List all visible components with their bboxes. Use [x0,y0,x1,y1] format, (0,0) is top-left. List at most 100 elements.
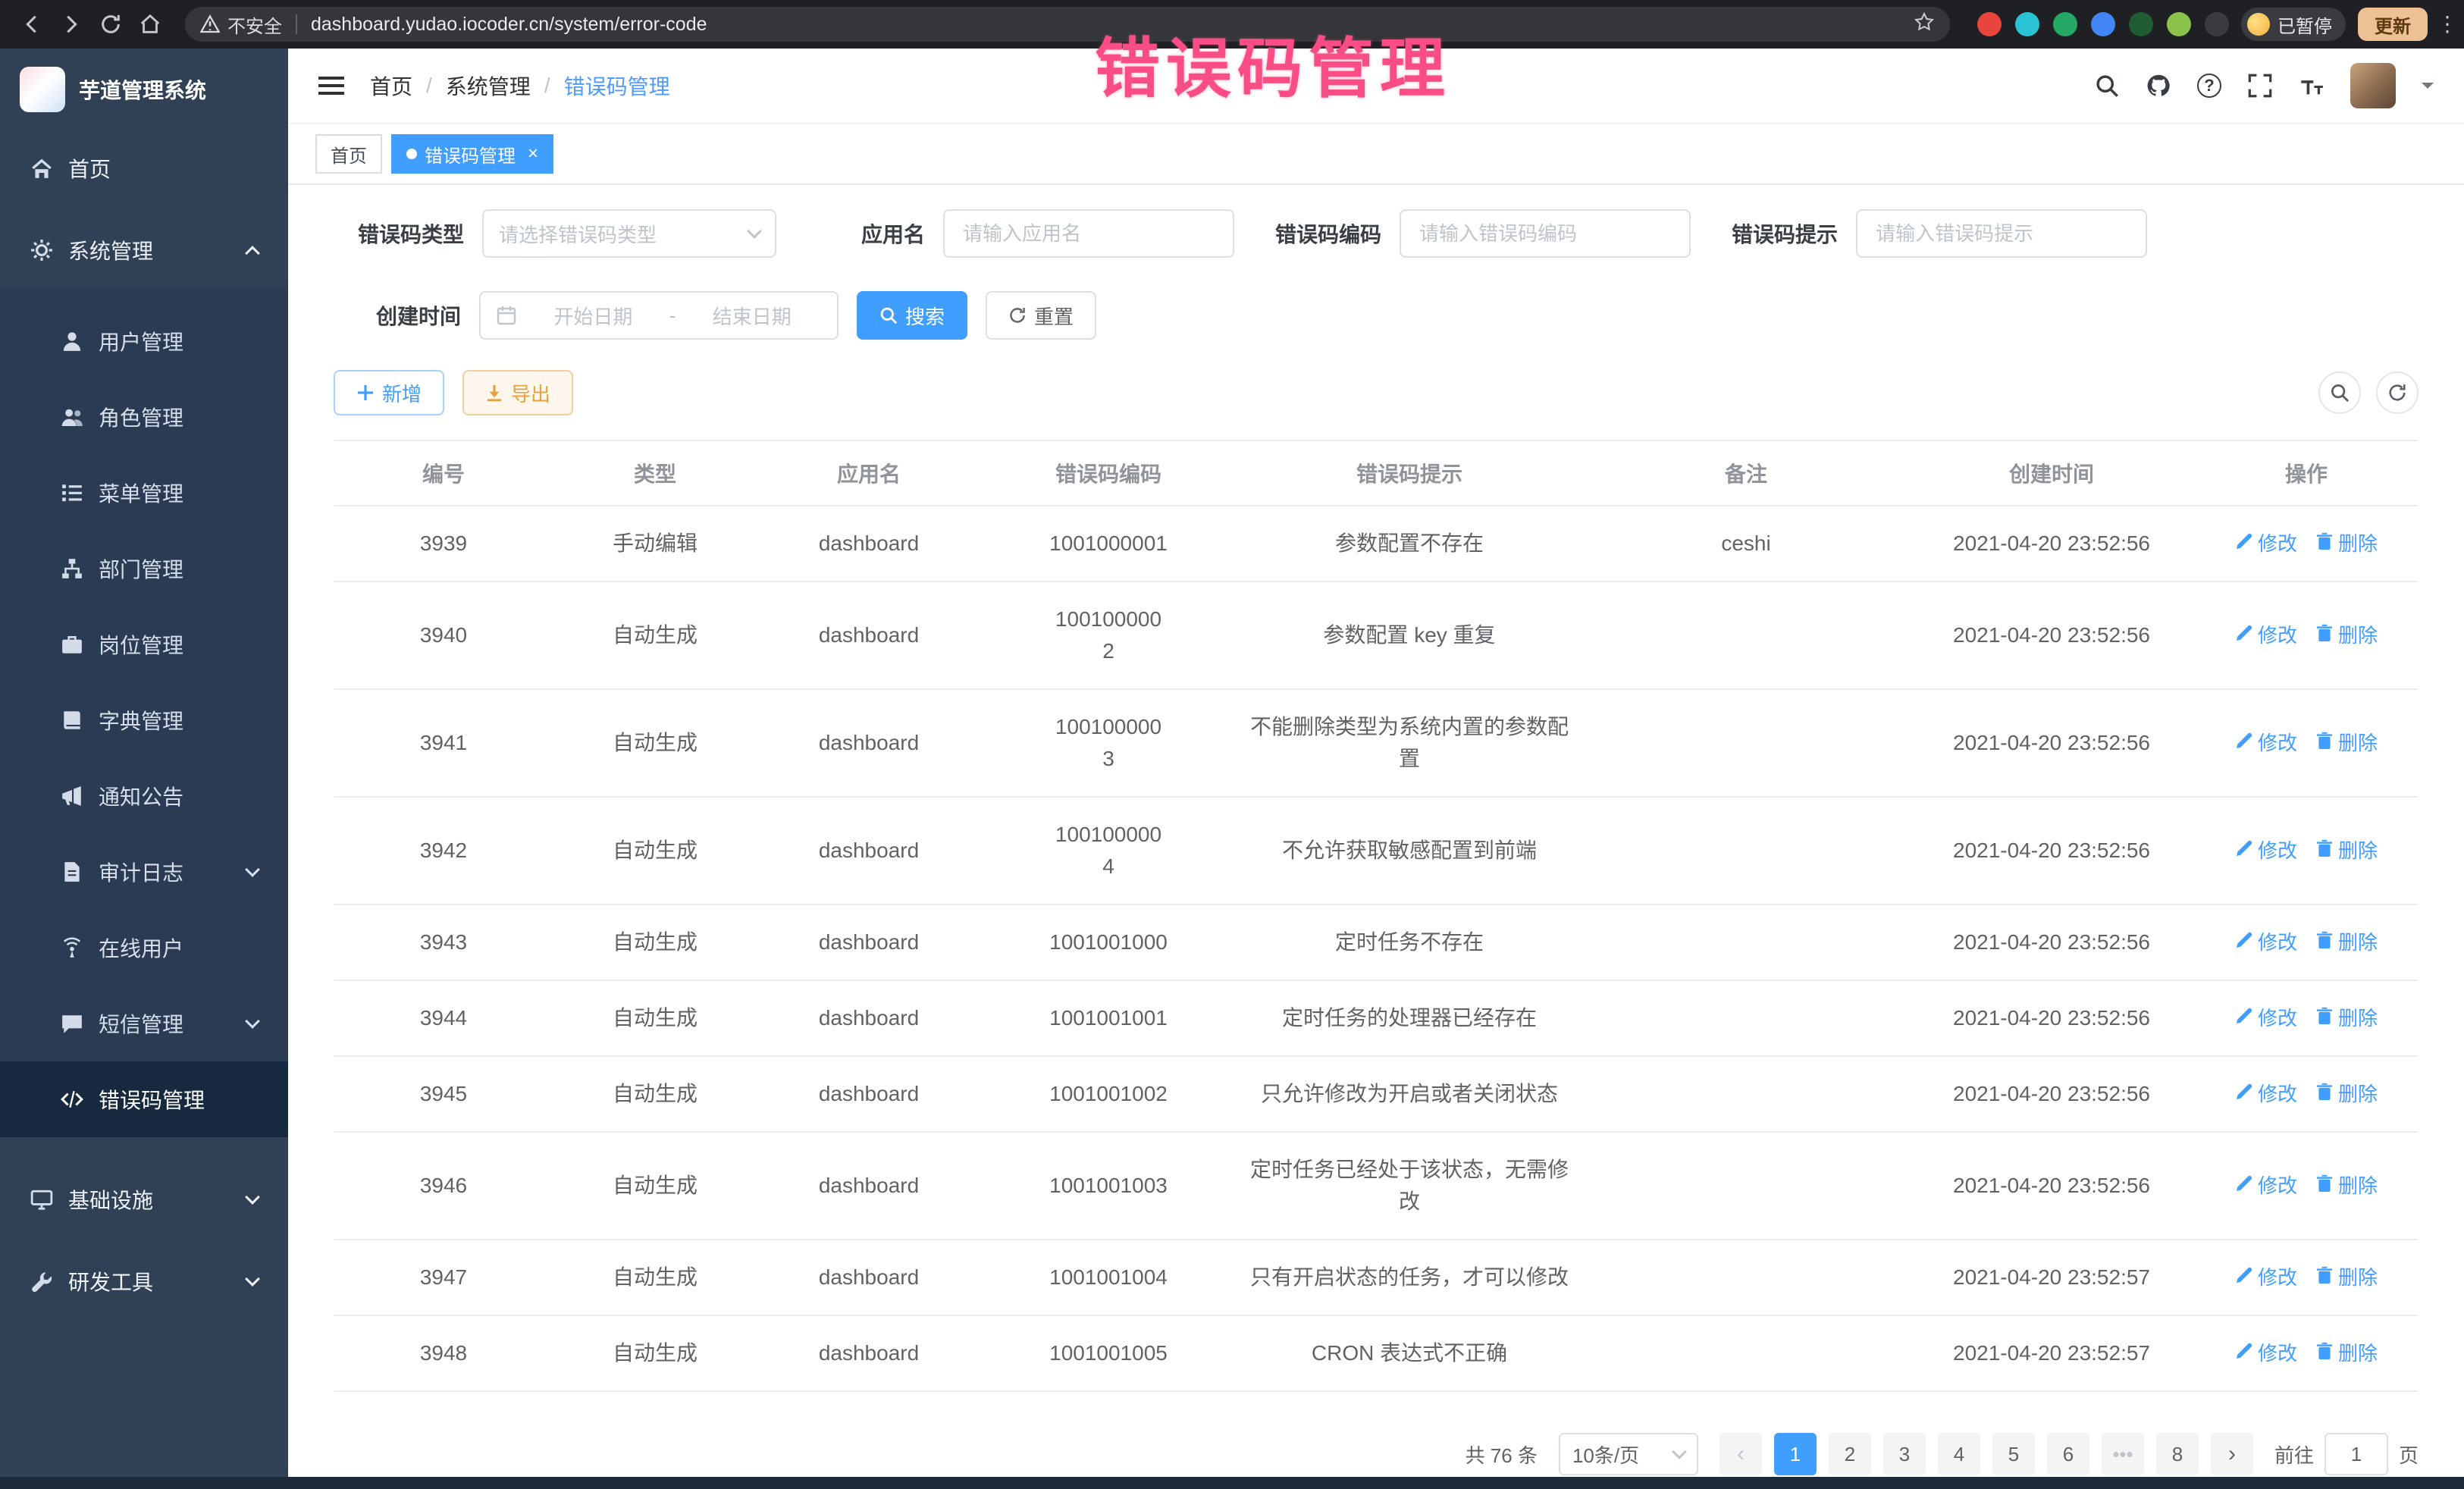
url-text[interactable]: dashboard.yudao.iocoder.cn/system/error-… [311,14,1901,36]
cell-id: 3940 [334,581,553,689]
row-edit-button[interactable]: 修改 [2235,928,2297,958]
extension-icon[interactable] [1977,12,2002,36]
sidebar-item-error-code-management[interactable]: 错误码管理 [0,1061,288,1137]
export-button[interactable]: 导出 [462,370,573,415]
row-edit-button[interactable]: 修改 [2235,729,2297,758]
row-edit-button[interactable]: 修改 [2235,1339,2297,1368]
tab-error-code[interactable]: 错误码管理× [391,134,553,174]
sidebar-item-dept-management[interactable]: 部门管理 [0,531,288,607]
jump-suffix: 页 [2399,1440,2419,1469]
date-range-picker[interactable]: 开始日期 - 结束日期 [479,291,839,340]
logo-image [20,67,65,112]
paused-badge[interactable]: 已暂停 [2241,8,2346,41]
error-hint-input[interactable] [1856,209,2147,258]
extension-icon[interactable] [2205,12,2229,36]
help-icon[interactable]: ? [2197,74,2221,98]
font-size-icon[interactable] [2299,73,2324,99]
refresh-table-icon[interactable] [2376,371,2419,414]
sidebar-item-system-management[interactable]: 系统管理 [0,212,288,288]
sidebar-item-user-management[interactable]: 用户管理 [0,303,288,379]
sidebar-item-role-management[interactable]: 角色管理 [0,379,288,455]
toggle-search-icon[interactable] [2318,371,2361,414]
row-edit-button[interactable]: 修改 [2235,836,2297,866]
jump-page-input[interactable] [2324,1433,2388,1475]
reload-icon[interactable] [91,5,130,44]
page-size-select[interactable]: 10条/页 [1559,1433,1698,1475]
error-type-select[interactable]: 请选择错误码类型 [482,209,776,258]
pager-page-button[interactable]: 6 [2047,1433,2089,1475]
row-delete-button[interactable]: 删除 [2315,1171,2378,1201]
row-edit-button[interactable]: 修改 [2235,1080,2297,1109]
search-icon[interactable] [2094,73,2120,99]
row-delete-button[interactable]: 删除 [2315,928,2378,958]
address-bar[interactable]: 不安全 dashboard.yudao.iocoder.cn/system/er… [185,7,1950,42]
error-code-input[interactable] [1400,209,1691,258]
sidebar-item-notice[interactable]: 通知公告 [0,758,288,834]
add-button[interactable]: 新增 [334,370,444,415]
row-delete-button[interactable]: 删除 [2315,1263,2378,1293]
sidebar-item-infrastructure[interactable]: 基础设施 [0,1158,288,1240]
close-icon[interactable]: × [528,145,538,163]
back-icon[interactable] [12,5,52,44]
action-label: 修改 [2258,1339,2297,1368]
sidebar-item-sms-management[interactable]: 短信管理 [0,986,288,1061]
chevron-down-icon [1672,1444,1687,1459]
next-page-button[interactable]: › [2211,1433,2253,1475]
sidebar-item-audit-log[interactable]: 审计日志 [0,834,288,910]
row-edit-button[interactable]: 修改 [2235,1171,2297,1201]
pager-page-button[interactable]: 2 [1829,1433,1871,1475]
prev-page-button[interactable]: ‹ [1719,1433,1762,1475]
filter-label: 错误码编码 [1275,218,1381,249]
home-nav-icon[interactable] [130,5,170,44]
row-delete-button[interactable]: 删除 [2315,1080,2378,1109]
security-chip[interactable]: 不安全 [200,11,282,38]
row-delete-button[interactable]: 删除 [2315,836,2378,866]
pager-page-button[interactable]: 4 [1938,1433,1980,1475]
pager-page-button[interactable]: 1 [1774,1433,1817,1475]
search-button[interactable]: 搜索 [857,291,967,340]
row-delete-button[interactable]: 删除 [2315,529,2378,559]
row-delete-button[interactable]: 删除 [2315,729,2378,758]
row-delete-button[interactable]: 删除 [2315,1339,2378,1368]
sidebar-item-menu-management[interactable]: 菜单管理 [0,455,288,531]
app-logo[interactable]: 芋道管理系统 [0,49,288,130]
chevron-down-icon[interactable] [2422,83,2434,95]
pager-page-button[interactable]: 8 [2156,1433,2199,1475]
extension-icon[interactable] [2053,12,2077,36]
github-icon[interactable] [2146,73,2171,99]
cell-code: 1001001004 [981,1240,1236,1315]
update-button[interactable]: 更新 [2358,8,2428,41]
row-edit-button[interactable]: 修改 [2235,621,2297,650]
extension-icon[interactable] [2015,12,2039,36]
row-delete-button[interactable]: 删除 [2315,1004,2378,1033]
row-edit-button[interactable]: 修改 [2235,529,2297,559]
sidebar-item-post-management[interactable]: 岗位管理 [0,607,288,682]
tab-home[interactable]: 首页 [315,134,382,174]
sidebar-item-dict-management[interactable]: 字典管理 [0,682,288,758]
extension-icon[interactable] [2091,12,2115,36]
extension-icon[interactable] [2167,12,2191,36]
hamburger-icon[interactable] [318,72,344,99]
pager-more-button[interactable]: ••• [2102,1433,2144,1475]
breadcrumb-item[interactable]: 首页 [370,71,412,101]
edit-icon [2235,928,2253,958]
sidebar-item-dev-tools[interactable]: 研发工具 [0,1240,288,1322]
pager-page-button[interactable]: 5 [1992,1433,2035,1475]
cell-remark [1583,1056,1909,1132]
bookmark-star-icon[interactable] [1914,11,1935,39]
reset-button[interactable]: 重置 [986,291,1096,340]
row-edit-button[interactable]: 修改 [2235,1004,2297,1033]
extension-icon[interactable] [2129,12,2153,36]
cell-hint: 定时任务的处理器已经存在 [1236,980,1583,1056]
sidebar-item-online-users[interactable]: 在线用户 [0,910,288,986]
app-name-input[interactable] [943,209,1234,258]
kebab-menu-icon[interactable]: ⋮ [2437,18,2452,30]
forward-icon[interactable] [52,5,91,44]
row-edit-button[interactable]: 修改 [2235,1263,2297,1293]
row-delete-button[interactable]: 删除 [2315,621,2378,650]
user-avatar[interactable] [2350,63,2396,108]
fullscreen-icon[interactable] [2247,73,2273,99]
sidebar-item-home[interactable]: 首页 [0,130,288,206]
breadcrumb-item[interactable]: 系统管理 [446,71,531,101]
pager-page-button[interactable]: 3 [1883,1433,1926,1475]
